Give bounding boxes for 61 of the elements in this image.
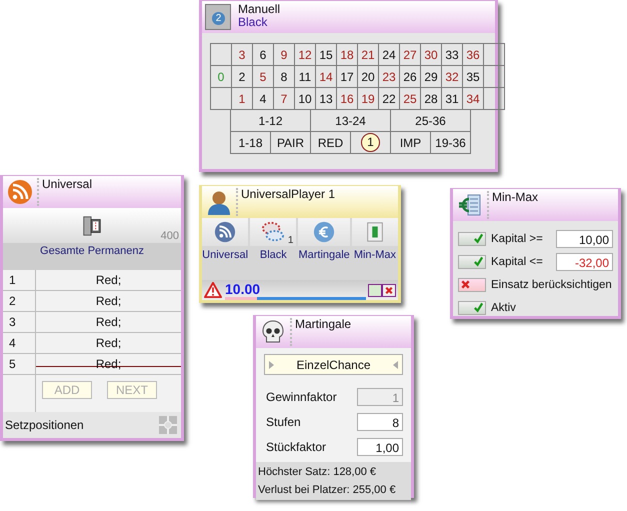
euro-coin-icon <box>313 221 336 243</box>
value-field[interactable]: 10,00 <box>556 230 613 248</box>
warning-icon <box>204 282 222 298</box>
cross-icon <box>460 279 471 290</box>
field-label: Stückfaktor <box>266 440 326 454</box>
wheel-badge-icon: 2 <box>205 4 231 30</box>
chance-cell[interactable]: 19-36 <box>430 131 471 154</box>
rss-icon <box>214 221 236 243</box>
toggle-switch[interactable] <box>458 232 486 246</box>
count-label: 400 <box>160 230 179 242</box>
number-field[interactable]: 1,00 <box>357 438 403 456</box>
row-number: 2 <box>3 291 36 311</box>
panel-title: Universal <box>42 178 92 191</box>
toggle-switch[interactable] <box>458 278 486 292</box>
panel-title: UniversalPlayer 1 <box>241 188 336 201</box>
chance-cell[interactable]: 1-18 <box>230 131 271 154</box>
list-entry[interactable]: Red; <box>36 336 181 350</box>
footer-label: Setzpositionen <box>5 418 84 432</box>
close-icon[interactable] <box>382 284 396 297</box>
option-label: Kapital >= <box>491 233 543 245</box>
toggle-switch[interactable] <box>458 301 486 315</box>
row-number: 4 <box>3 333 36 353</box>
zero-cell[interactable] <box>210 87 232 110</box>
user-icon <box>205 188 238 216</box>
panel-title: Manuell <box>238 3 280 16</box>
row-number: 3 <box>3 312 36 332</box>
row-number: 5 <box>3 354 36 374</box>
euro-ruler-icon <box>456 191 489 219</box>
chips-icon <box>260 221 286 243</box>
field-label: Stufen <box>266 415 301 429</box>
panel-title: Min-Max <box>492 191 538 204</box>
panel-subtitle: Black <box>238 16 268 29</box>
toggle-switch[interactable] <box>458 255 486 269</box>
option-label: Kapital <= <box>491 256 543 268</box>
list-entry[interactable]: Red; <box>36 273 181 287</box>
panel-title: Martingale <box>295 318 352 331</box>
chip-marker: 1 <box>361 133 380 152</box>
column-cell[interactable] <box>483 43 505 66</box>
balance-value: 10.00 <box>225 282 262 297</box>
number-field[interactable]: 8 <box>357 413 403 431</box>
option-label: Einsatz berücksichtigen <box>491 279 612 291</box>
summary-text: Höchster Satz: 128,00 € <box>258 466 378 478</box>
column-cell[interactable] <box>483 87 505 110</box>
option-label: Aktiv <box>491 302 516 314</box>
list-entry[interactable]: Red; <box>36 315 181 329</box>
check-icon <box>473 233 484 244</box>
film-strip-icon <box>81 214 103 236</box>
chance-cell[interactable]: 1 <box>350 131 391 154</box>
value-field[interactable]: -32,00 <box>556 253 613 271</box>
check-icon <box>473 302 484 313</box>
restore-button[interactable] <box>368 284 382 297</box>
zero-cell[interactable] <box>210 43 232 66</box>
summary-text: Verlust bei Platzer: 255,00 € <box>258 484 397 496</box>
row-number: 1 <box>3 270 36 290</box>
field-label: Gewinnfaktor <box>266 390 337 404</box>
caption: Gesamte Permanenz <box>40 245 144 259</box>
chance-selector[interactable]: EinzelChance <box>264 354 403 375</box>
count-label: 1 <box>288 235 294 246</box>
rss-icon <box>6 178 39 206</box>
list-entry[interactable]: Red; <box>36 294 181 308</box>
check-icon <box>473 256 484 267</box>
